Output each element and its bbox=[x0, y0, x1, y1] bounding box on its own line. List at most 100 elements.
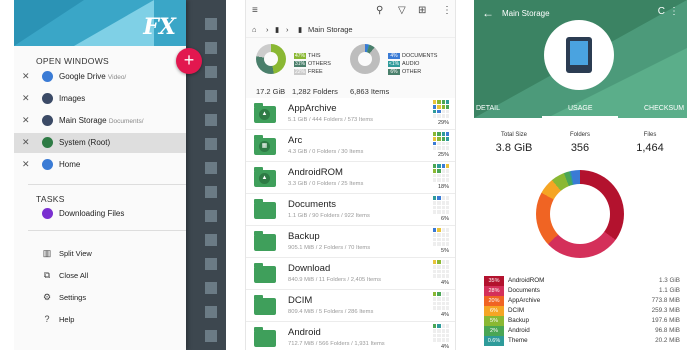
drawer-menu-item[interactable]: ▥ Split View bbox=[14, 245, 186, 263]
file-info: 809.4 MiB / 5 Folders / 286 Items bbox=[288, 309, 374, 315]
folder-icon: ▲ bbox=[254, 167, 276, 187]
file-row[interactable]: ▲ AndroidROM 3.3 GiB / 0 Folders / 25 Item… bbox=[246, 162, 455, 194]
storage-summary: 47% THIS 31% OTHERS 22% FREE 4% DOCUMENTS <1% AU… bbox=[246, 38, 455, 98]
filter-icon[interactable]: ▽ bbox=[398, 5, 406, 16]
file-name: Backup bbox=[288, 231, 320, 242]
legend-entry: <1% AUDIO bbox=[388, 61, 419, 68]
window-label: Google Drive Video/ bbox=[59, 72, 127, 81]
background-thumb bbox=[205, 162, 217, 174]
file-info: 5.1 GiB / 444 Folders / 573 Items bbox=[288, 117, 374, 123]
file-row[interactable]: Android 712.7 MiB / 566 Folders / 1,931 I… bbox=[246, 322, 455, 350]
background-thumb bbox=[205, 186, 217, 198]
open-window-item[interactable]: ✕ System (Root) bbox=[14, 133, 186, 153]
legend-label: THIS bbox=[308, 53, 321, 59]
open-window-item[interactable]: ✕ Home bbox=[14, 155, 186, 175]
help-icon: ? bbox=[44, 314, 50, 324]
window-icon bbox=[42, 115, 53, 126]
divider bbox=[28, 230, 186, 231]
file-row[interactable]: ▦ Arc 4.3 GiB / 0 Folders / 30 Items 25% bbox=[246, 130, 455, 162]
usage-percent-badge: 28% bbox=[484, 286, 504, 296]
usage-percent: 4% bbox=[441, 280, 449, 286]
file-info: 1.1 GiB / 90 Folders / 922 Items bbox=[288, 213, 370, 219]
screenshot-collage: FX OPEN WINDOWS ✕ Google Drive Video/ ✕ Ima… bbox=[0, 0, 700, 350]
open-window-item[interactable]: ✕ Main Storage Documents/ bbox=[14, 111, 186, 131]
usage-percent: 5% bbox=[441, 248, 449, 254]
folder-icon bbox=[254, 199, 276, 219]
tab-usage[interactable]: USAGE bbox=[568, 105, 593, 112]
task-item[interactable]: Downloading Files bbox=[14, 204, 186, 224]
app-logo: FX bbox=[143, 14, 176, 40]
legend-percent: 47% bbox=[294, 53, 306, 59]
chevron-right-icon: › bbox=[266, 25, 269, 34]
tab-checksum[interactable]: CHECKSUM bbox=[644, 105, 684, 112]
folder-icon bbox=[254, 263, 276, 283]
open-window-item[interactable]: ✕ Images bbox=[14, 89, 186, 109]
open-window-item[interactable]: ✕ Google Drive Video/ bbox=[14, 67, 186, 87]
drawer-menu-item[interactable]: ? Help bbox=[14, 311, 186, 329]
open-windows-heading: OPEN WINDOWS bbox=[36, 56, 110, 66]
usage-percent: 25% bbox=[437, 152, 449, 158]
close-icon[interactable]: ✕ bbox=[22, 93, 30, 104]
usage-percent-badge: 6% bbox=[484, 306, 504, 316]
legend-entry: 22% FREE bbox=[294, 69, 323, 76]
close-icon[interactable]: ✕ bbox=[22, 71, 30, 82]
breadcrumb-location[interactable]: Main Storage bbox=[308, 25, 353, 34]
file-row[interactable]: Download 840.9 MiB / 11 Folders / 2,405 I… bbox=[246, 258, 455, 290]
back-arrow-icon[interactable]: ← bbox=[482, 6, 494, 20]
tab-detail[interactable]: DETAIL bbox=[476, 105, 500, 112]
usage-name: Android bbox=[508, 327, 530, 334]
summary-files: Files 1,464 bbox=[636, 132, 664, 154]
usage-row[interactable]: 5% Backup 197.6 MiB bbox=[484, 316, 680, 326]
search-icon[interactable]: ⚲ bbox=[376, 5, 383, 16]
refresh-icon[interactable]: C bbox=[658, 6, 665, 17]
breadcrumb: ⌂ › ▮ › ▮ Main Storage bbox=[246, 22, 455, 38]
home-icon[interactable]: ⌂ bbox=[252, 25, 257, 34]
drawer-menu-item[interactable]: ⧉ Close All bbox=[14, 267, 186, 285]
item-count: 6,863 Items bbox=[350, 87, 390, 96]
usage-size: 197.6 MiB bbox=[651, 317, 680, 324]
folder-icon bbox=[254, 295, 276, 315]
window-label: Home bbox=[59, 160, 81, 169]
more-icon[interactable]: ⋮ bbox=[442, 5, 452, 16]
background-thumb bbox=[205, 90, 217, 102]
menu-icon[interactable]: ≡ bbox=[252, 5, 258, 16]
folder-icon bbox=[254, 231, 276, 251]
file-row[interactable]: Documents 1.1 GiB / 90 Folders / 922 Item… bbox=[246, 194, 455, 226]
trash-icon[interactable]: ▮ bbox=[275, 25, 279, 34]
file-row[interactable]: Backup 905.1 MiB / 2 Folders / 70 Items 5% bbox=[246, 226, 455, 258]
usage-percent: 29% bbox=[437, 120, 449, 126]
file-name: Download bbox=[288, 263, 331, 274]
add-icon[interactable]: ⊞ bbox=[418, 5, 426, 16]
file-name: Android bbox=[288, 327, 321, 338]
hero-header: ← Main Storage C ⋮ DETAIL USAGE CHECKSUM bbox=[474, 0, 687, 118]
usage-row[interactable]: 6% DCIM 259.3 MiB bbox=[484, 306, 680, 316]
storage-size: 17.2 GiB bbox=[256, 87, 286, 96]
legend-percent: 31% bbox=[294, 61, 306, 67]
menu-label: Settings bbox=[59, 293, 87, 302]
close-icon[interactable]: ✕ bbox=[22, 137, 30, 148]
usage-donut-chart bbox=[536, 170, 624, 258]
add-window-button[interactable]: + bbox=[176, 48, 202, 74]
usage-row[interactable]: 35% AndroidROM 1.3 GiB bbox=[484, 276, 680, 286]
folder-icon: ▲ bbox=[254, 103, 276, 123]
usage-row[interactable]: 28% Documents 1.1 GiB bbox=[484, 286, 680, 296]
file-row[interactable]: ▲ AppArchive 5.1 GiB / 444 Folders / 573 I… bbox=[246, 98, 455, 130]
tab-bar: DETAIL USAGE CHECKSUM bbox=[474, 100, 687, 118]
drawer-menu-item[interactable]: ⚙ Settings bbox=[14, 289, 186, 307]
usage-row[interactable]: 0.6% Theme 20.2 MiB bbox=[484, 336, 680, 346]
file-name: AndroidROM bbox=[288, 167, 343, 178]
close-icon[interactable]: ✕ bbox=[22, 159, 30, 170]
summary-total-size: Total Size 3.8 GiB bbox=[495, 132, 533, 154]
usage-row[interactable]: 20% AppArchive 773.8 MiB bbox=[484, 296, 680, 306]
usage-name: Backup bbox=[508, 317, 530, 324]
close-icon[interactable]: ✕ bbox=[22, 115, 30, 126]
usage-size: 96.8 MiB bbox=[655, 327, 680, 334]
more-icon[interactable]: ⋮ bbox=[669, 6, 679, 17]
usage-phone: ← Main Storage C ⋮ DETAIL USAGE CHECKSUM… bbox=[474, 0, 687, 350]
storage-device-badge bbox=[544, 20, 614, 90]
usage-percent-badge: 0.6% bbox=[484, 336, 504, 346]
legend-entry: 6% OTHER bbox=[388, 69, 421, 76]
folder-icon: ▦ bbox=[254, 135, 276, 155]
usage-row[interactable]: 2% Android 96.8 MiB bbox=[484, 326, 680, 336]
file-row[interactable]: DCIM 809.4 MiB / 5 Folders / 286 Items 4% bbox=[246, 290, 455, 322]
